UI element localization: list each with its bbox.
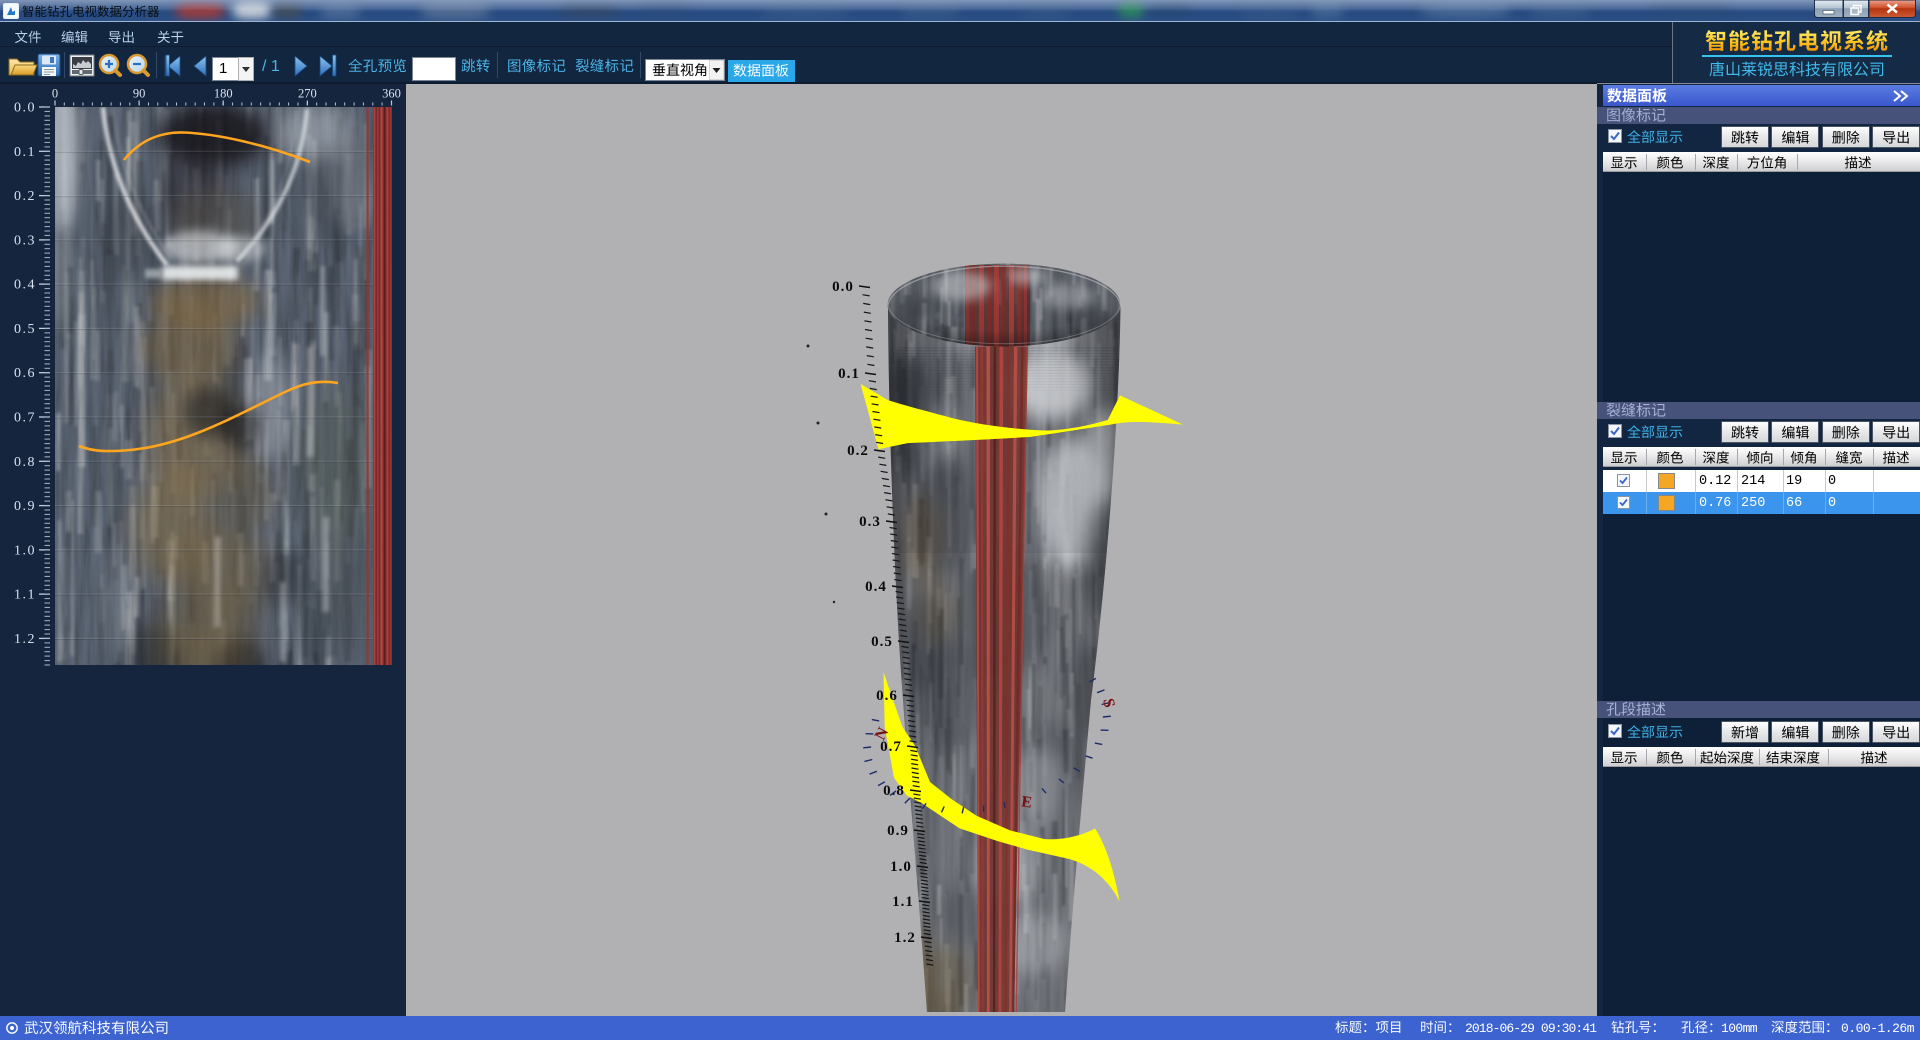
svg-text:0.4: 0.4: [865, 579, 887, 595]
svg-text:0.8: 0.8: [883, 783, 905, 799]
svg-text:0.1: 0.1: [838, 366, 860, 382]
svg-text:0.6: 0.6: [876, 688, 898, 704]
svg-text:90: 90: [133, 87, 146, 101]
svg-text:0.4: 0.4: [14, 278, 36, 293]
svg-text:0.3: 0.3: [14, 233, 36, 248]
svg-text:0: 0: [52, 87, 58, 101]
svg-text:0.3: 0.3: [859, 514, 881, 530]
svg-text:0.6: 0.6: [14, 366, 36, 381]
svg-text:0.9: 0.9: [887, 823, 909, 839]
svg-text:0.2: 0.2: [847, 443, 869, 459]
svg-text:1.0: 1.0: [890, 859, 912, 875]
svg-text:1.0: 1.0: [14, 543, 36, 558]
svg-text:270: 270: [298, 87, 317, 101]
svg-text:1.1: 1.1: [892, 894, 914, 910]
svg-text:0.2: 0.2: [14, 189, 36, 204]
svg-text:0.1: 0.1: [14, 145, 36, 160]
svg-text:1.1: 1.1: [14, 588, 36, 603]
svg-text:0.0: 0.0: [832, 279, 854, 295]
svg-text:1.2: 1.2: [894, 930, 916, 946]
svg-text:S: S: [1099, 697, 1117, 709]
svg-text:1.2: 1.2: [14, 632, 36, 647]
svg-text:0.7: 0.7: [14, 411, 36, 426]
svg-text:0.9: 0.9: [14, 499, 36, 514]
svg-text:360: 360: [382, 87, 401, 101]
svg-text:0.0: 0.0: [14, 101, 36, 116]
svg-text:0.5: 0.5: [871, 634, 893, 650]
svg-text:0.8: 0.8: [14, 455, 36, 470]
svg-text:0.5: 0.5: [14, 322, 36, 337]
svg-text:180: 180: [214, 87, 233, 101]
